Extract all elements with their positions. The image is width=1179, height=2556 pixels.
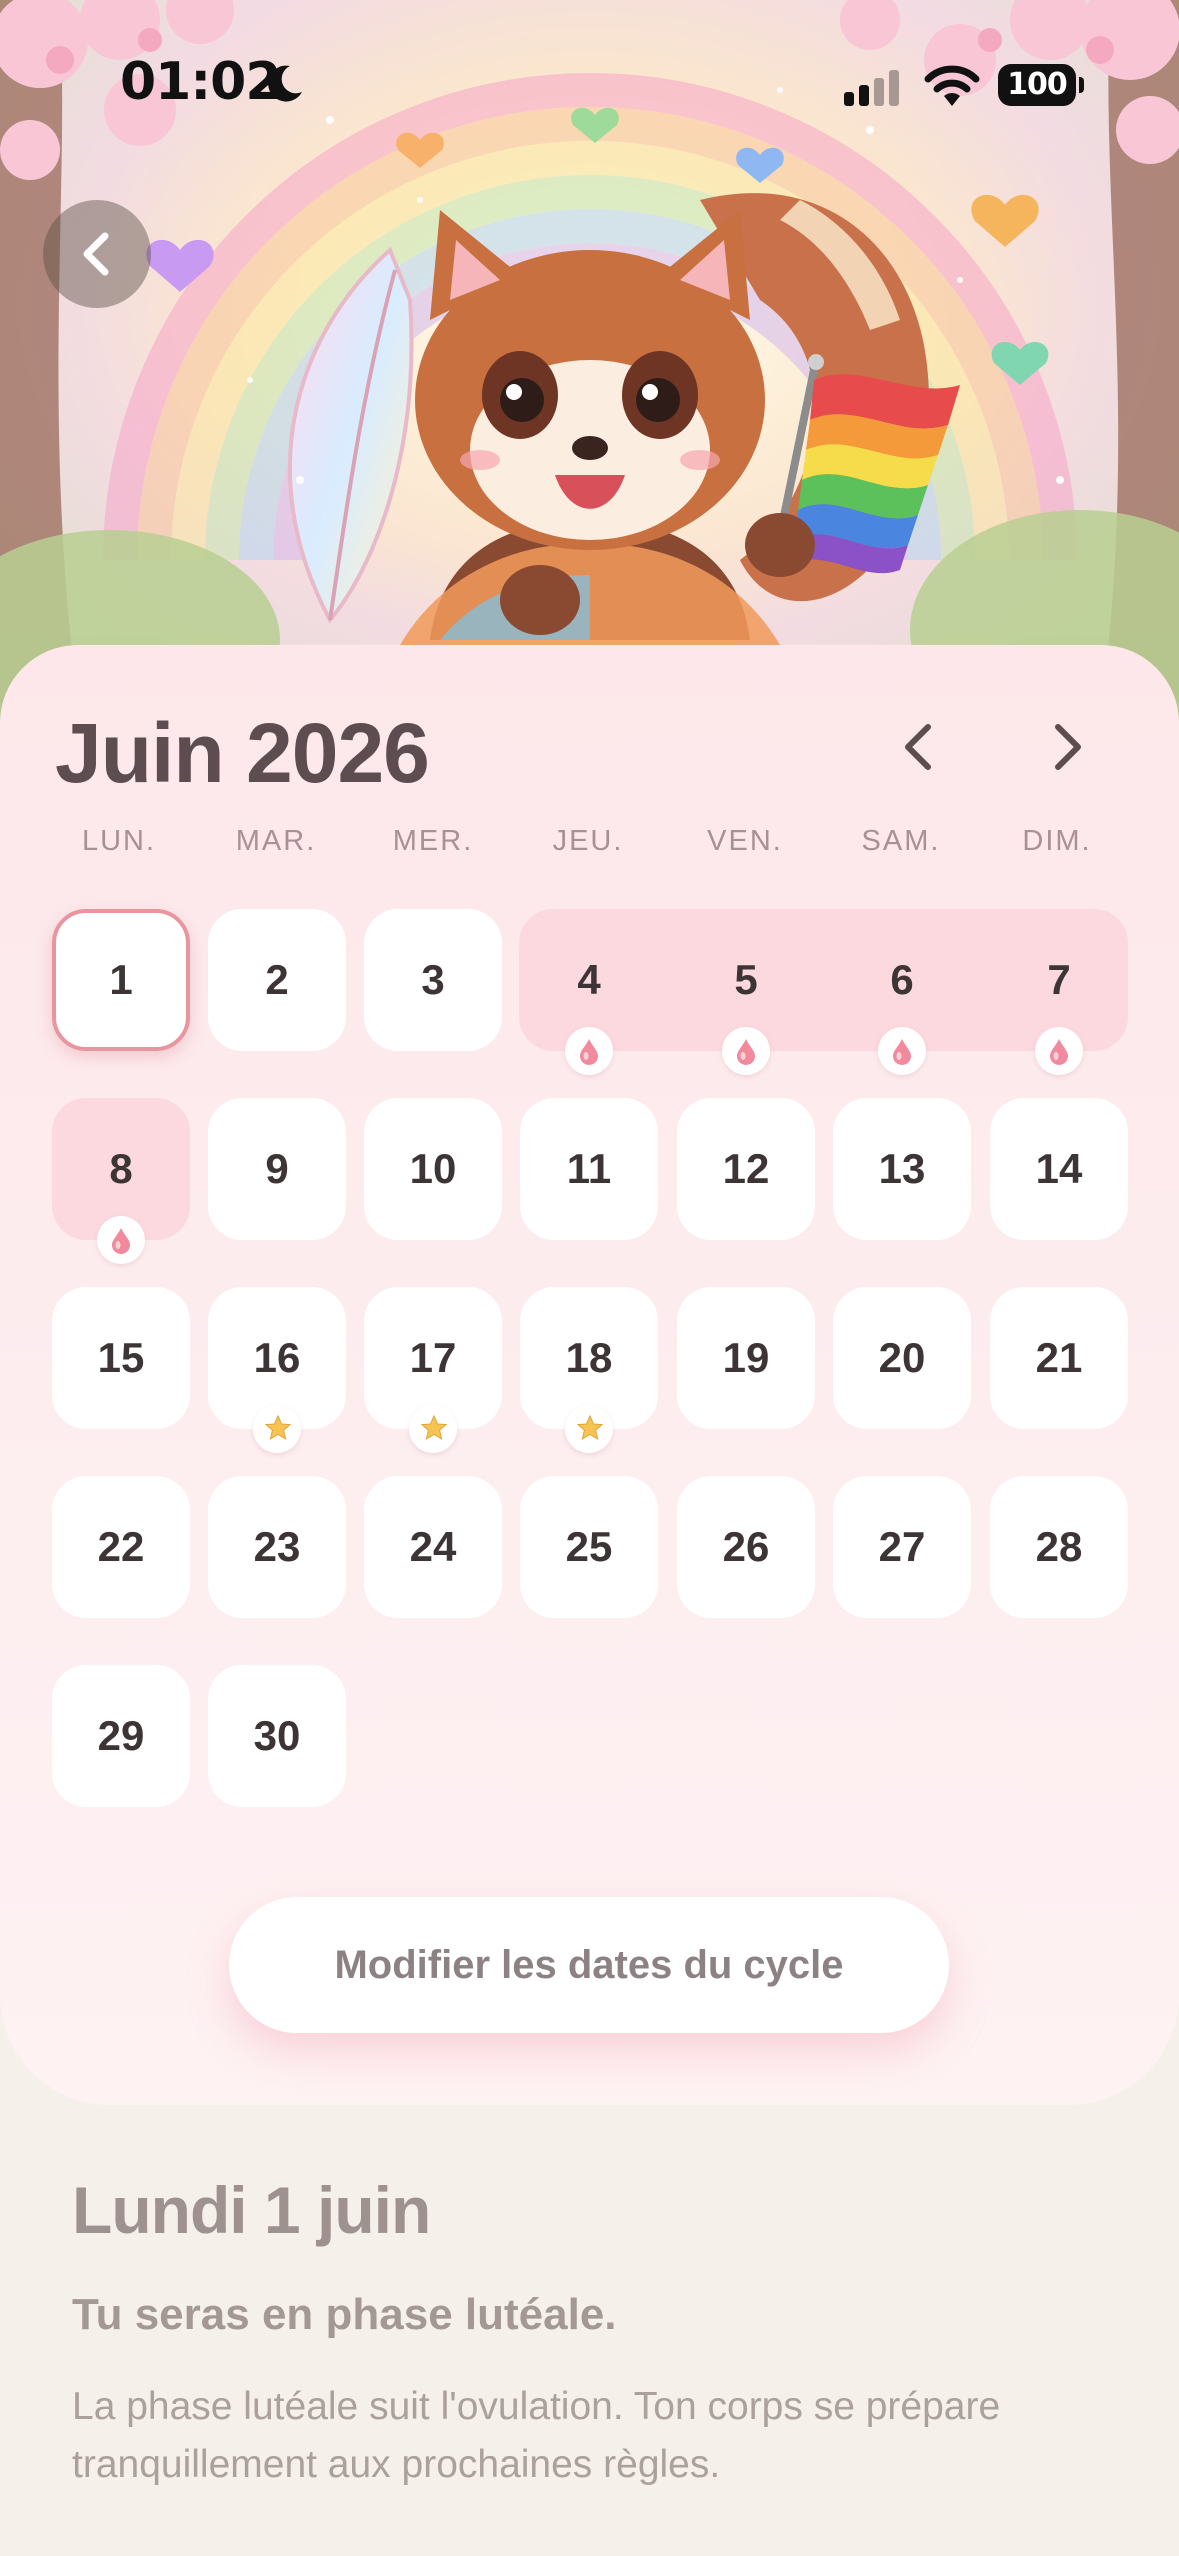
calendar-day[interactable]: 14 <box>990 1098 1128 1240</box>
day-number: 29 <box>97 1712 145 1759</box>
calendar-day[interactable]: 22 <box>52 1476 190 1618</box>
previous-month-button[interactable] <box>874 701 964 791</box>
calendar-day[interactable]: 11 <box>520 1098 658 1240</box>
day-number: 25 <box>565 1523 613 1570</box>
calendar-day[interactable]: 28 <box>990 1476 1128 1618</box>
day-number: 14 <box>1035 1145 1083 1192</box>
weekday-header: LUN. MAR. MER. JEU. VEN. SAM. DIM. <box>50 825 1130 865</box>
calendar-day[interactable]: 13 <box>833 1098 971 1240</box>
chevron-right-icon <box>1055 724 1081 770</box>
calendar-day[interactable]: 30 <box>208 1665 346 1807</box>
weekday-label: VEN. <box>707 825 783 857</box>
weekday-label: MER. <box>392 825 474 857</box>
calendar-day[interactable]: 21 <box>990 1287 1128 1429</box>
day-number: 9 <box>265 1145 289 1192</box>
calendar-day[interactable]: 2 <box>208 909 346 1051</box>
calendar-day[interactable]: 3 <box>364 909 502 1051</box>
drop-icon <box>1050 1039 1068 1065</box>
calendar-day[interactable]: 15 <box>52 1287 190 1429</box>
calendar-day[interactable]: 10 <box>364 1098 502 1240</box>
day-number: 21 <box>1035 1334 1083 1381</box>
weekday-label: JEU. <box>552 825 624 857</box>
star-icon <box>265 1415 291 1441</box>
star-icon <box>421 1415 447 1441</box>
calendar-card: Juin 2026 LUN. MAR. MER. JEU. VEN. SAM. … <box>0 645 1179 2105</box>
day-number: 19 <box>722 1334 770 1381</box>
day-number: 3 <box>421 956 445 1003</box>
status-bar: 01:02 100 <box>0 0 1179 170</box>
back-button[interactable] <box>43 200 151 308</box>
battery-icon: 100 <box>998 64 1084 106</box>
day-number: 22 <box>97 1523 145 1570</box>
chevron-left-icon <box>905 724 931 770</box>
period-drop-marker <box>565 1027 613 1075</box>
day-number: 23 <box>253 1523 301 1570</box>
period-drop-marker <box>878 1027 926 1075</box>
edit-cycle-dates-button[interactable]: Modifier les dates du cycle <box>229 1897 949 2033</box>
weekday-label: DIM. <box>1022 825 1092 857</box>
day-number: 20 <box>878 1334 926 1381</box>
day-number: 13 <box>878 1145 926 1192</box>
calendar-day[interactable]: 1 <box>52 909 190 1051</box>
cycle-phase-description: La phase lutéale suit l'ovulation. Ton c… <box>72 2385 1001 2486</box>
calendar-day[interactable]: 12 <box>677 1098 815 1240</box>
calendar-day[interactable]: 24 <box>364 1476 502 1618</box>
drop-icon <box>580 1039 598 1065</box>
cycle-phase-heading: Tu seras en phase lutéale. <box>72 2290 617 2339</box>
weekday-label: SAM. <box>861 825 941 857</box>
chevron-left-icon <box>83 232 109 276</box>
wifi-icon <box>924 65 980 106</box>
drop-icon <box>112 1228 130 1254</box>
day-number: 10 <box>409 1145 457 1192</box>
next-month-button[interactable] <box>1022 701 1112 791</box>
drop-icon <box>893 1039 911 1065</box>
calendar-day[interactable]: 25 <box>520 1476 658 1618</box>
calendar-day[interactable]: 26 <box>677 1476 815 1618</box>
month-title: Juin 2026 <box>55 706 430 800</box>
day-number: 30 <box>253 1712 301 1759</box>
star-marker <box>253 1405 301 1453</box>
star-marker <box>409 1405 457 1453</box>
weekday-label: LUN. <box>81 825 157 857</box>
calendar-day[interactable]: 23 <box>208 1476 346 1618</box>
calendar-day[interactable]: 29 <box>52 1665 190 1807</box>
star-marker <box>565 1405 613 1453</box>
weekday-label: MAR. <box>235 825 317 857</box>
status-time: 01:02 <box>120 52 282 112</box>
selected-date-title: Lundi 1 juin <box>72 2173 431 2247</box>
calendar-day[interactable]: 27 <box>833 1476 971 1618</box>
day-number: 2 <box>265 956 289 1003</box>
day-number: 26 <box>722 1523 770 1570</box>
period-drop-marker <box>722 1027 770 1075</box>
cellular-signal-icon <box>844 70 899 106</box>
day-number: 27 <box>878 1523 926 1570</box>
calendar-day[interactable]: 19 <box>677 1287 815 1429</box>
day-number: 24 <box>409 1523 457 1570</box>
day-number: 28 <box>1035 1523 1083 1570</box>
day-number: 1 <box>109 956 133 1003</box>
day-number: 11 <box>566 1145 612 1192</box>
period-drop-marker <box>97 1216 145 1264</box>
period-drop-marker <box>1035 1027 1083 1075</box>
day-number: 12 <box>722 1145 770 1192</box>
day-number: 15 <box>97 1334 145 1381</box>
calendar-day[interactable]: 20 <box>833 1287 971 1429</box>
star-icon <box>577 1415 603 1441</box>
moon-icon <box>268 65 302 102</box>
drop-icon <box>737 1039 755 1065</box>
calendar-day[interactable]: 9 <box>208 1098 346 1240</box>
